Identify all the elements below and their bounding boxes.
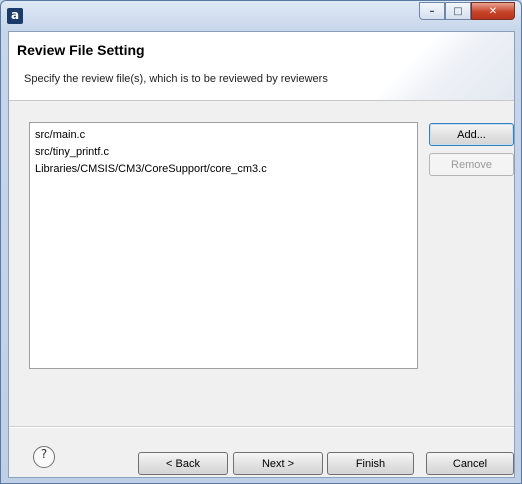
window-controls: – □ ✕	[419, 2, 515, 20]
next-button[interactable]: Next >	[233, 452, 323, 475]
footer-divider	[9, 426, 514, 428]
cancel-button[interactable]: Cancel	[426, 452, 514, 475]
wizard-window: a – □ ✕ Review File Setting Specify the …	[0, 0, 522, 484]
list-item[interactable]: src/main.c	[30, 127, 417, 144]
close-button[interactable]: ✕	[471, 2, 515, 20]
dialog-client-area: Review File Setting Specify the review f…	[8, 31, 515, 478]
header-banner-graphic	[344, 32, 514, 100]
list-item[interactable]: Libraries/CMSIS/CM3/CoreSupport/core_cm3…	[30, 161, 417, 178]
maximize-button[interactable]: □	[445, 2, 471, 20]
add-button[interactable]: Add...	[429, 123, 514, 146]
review-file-list[interactable]: src/main.c src/tiny_printf.c Libraries/C…	[29, 122, 418, 369]
page-title: Review File Setting	[17, 42, 145, 58]
app-icon: a	[7, 8, 23, 24]
list-item[interactable]: src/tiny_printf.c	[30, 144, 417, 161]
help-icon[interactable]: ?	[33, 446, 55, 468]
finish-button[interactable]: Finish	[327, 452, 414, 475]
back-button[interactable]: < Back	[138, 452, 228, 475]
wizard-header: Review File Setting Specify the review f…	[9, 32, 514, 101]
title-bar[interactable]: a – □ ✕	[1, 1, 521, 31]
minimize-button[interactable]: –	[419, 2, 445, 20]
remove-button[interactable]: Remove	[429, 153, 514, 176]
page-description: Specify the review file(s), which is to …	[24, 73, 328, 85]
